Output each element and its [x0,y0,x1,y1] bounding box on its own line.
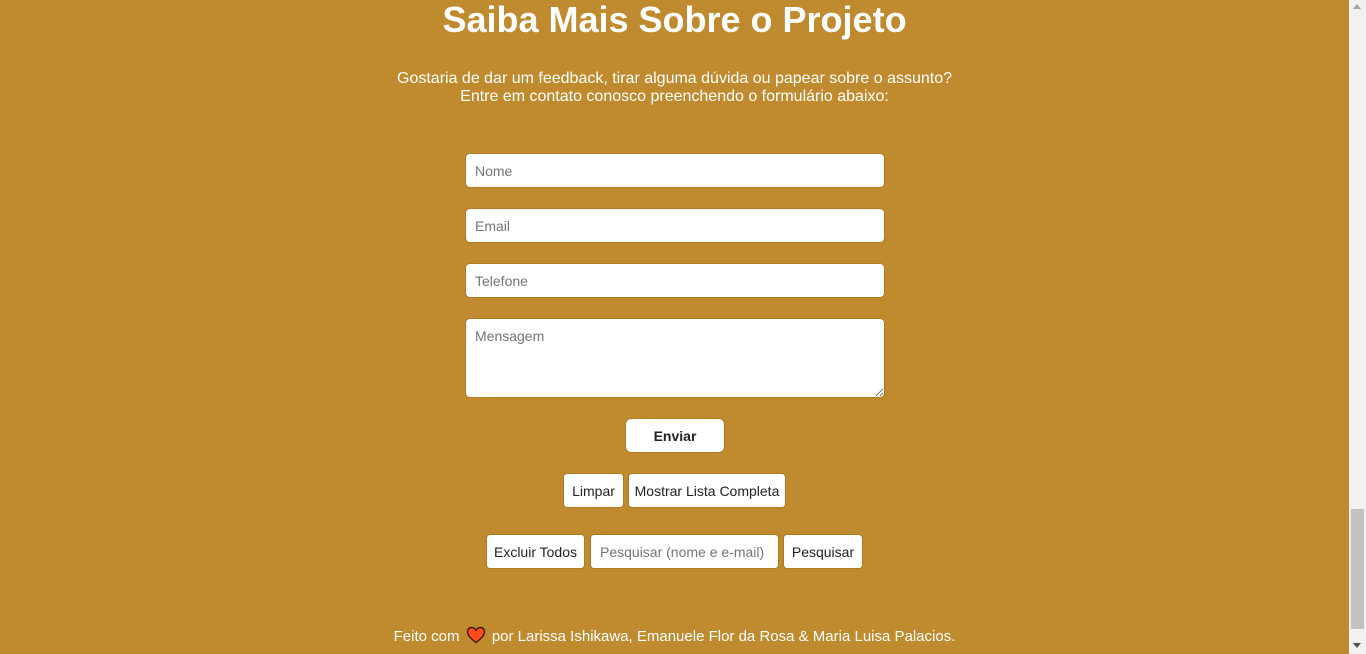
show-full-list-button[interactable]: Mostrar Lista Completa [628,473,786,508]
message-field[interactable] [465,318,885,398]
section-subtitle: Gostaria de dar um feedback, tirar algum… [0,70,1349,106]
search-button[interactable]: Pesquisar [783,534,863,569]
clear-button[interactable]: Limpar [563,473,624,508]
footer: Feito com por Larissa Ishikawa, Emanuele… [0,626,1349,646]
scroll-down-arrow-icon[interactable] [1353,643,1361,648]
page: Saiba Mais Sobre o Projeto Gostaria de d… [0,0,1366,654]
heart-icon [466,626,485,644]
scroll-up-arrow-icon[interactable] [1353,4,1361,9]
section-title: Saiba Mais Sobre o Projeto [442,0,907,40]
scrollbar-thumb[interactable] [1351,509,1364,629]
delete-all-button[interactable]: Excluir Todos [486,534,585,569]
vertical-scrollbar[interactable] [1349,0,1366,654]
contact-section: Saiba Mais Sobre o Projeto Gostaria de d… [0,0,1349,654]
search-input[interactable] [590,534,779,569]
send-button[interactable]: Enviar [625,418,725,453]
subtitle-line-1: Gostaria de dar um feedback, tirar algum… [397,70,952,87]
subtitle-line-2: Entre em contato conosco preenchendo o f… [460,88,889,105]
phone-field[interactable] [465,263,885,298]
footer-suffix: por Larissa Ishikawa, Emanuele Flor da R… [491,628,956,645]
email-field[interactable] [465,208,885,243]
name-field[interactable] [465,153,885,188]
footer-prefix: Feito com [393,628,460,645]
